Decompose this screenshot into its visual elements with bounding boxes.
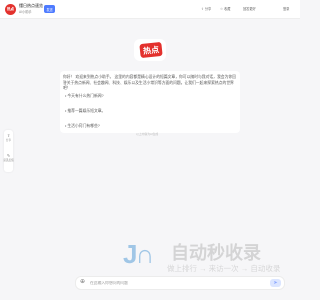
rail-feedback-button[interactable]: ✎ 意见反馈 <box>3 153 14 169</box>
header-login-link[interactable]: 登录 <box>283 6 289 11</box>
suggestion-chip[interactable]: • 今天有什么热门新闻? <box>60 92 126 101</box>
top-header: 热点 懂日热点速览 AI小助手 发送 ⇪ 分享 ☆ 收藏 回答更好 登录 <box>0 0 300 19</box>
header-share-label: 分享 <box>204 7 212 11</box>
bookmark-icon: ☆ <box>220 6 224 11</box>
header-bookmark-label: 收藏 <box>224 7 231 11</box>
attach-plus-icon[interactable]: ⊕ <box>80 279 85 285</box>
welcome-message: 你好！ 欢迎来到热点小助手。 这里的内容都是精心设计的短篇文章，你可以随时与我对… <box>63 75 236 91</box>
rail-share-button[interactable]: ⇪ 分享 <box>4 133 13 149</box>
header-link-better-answer[interactable]: 回答更好 <box>243 6 256 11</box>
chat-input[interactable] <box>90 278 240 288</box>
center-logo: 热点 <box>139 41 163 59</box>
app-subtitle: AI小助手 <box>19 10 32 14</box>
suggestion-chip[interactable]: • 推荐一篇娱乐短文章。 <box>60 107 126 116</box>
ai-disclaimer: 以上内容为AI生成 <box>136 132 159 136</box>
rail-feedback-label: 意见反馈 <box>3 159 14 162</box>
header-share-button[interactable]: ⇪ 分享 <box>201 6 212 12</box>
rail-share-label: 分享 <box>5 139 12 142</box>
share-icon: ⇪ <box>201 6 204 11</box>
header-bookmark-button[interactable]: ☆ 收藏 <box>220 6 231 12</box>
watermark-subtitle: 做上排行 → 来访一次 → 自动收录 <box>167 264 281 273</box>
send-button[interactable]: ➤ <box>270 279 281 287</box>
watermark: J∩ 自动秒收录 做上排行 → 来访一次 → 自动收录 <box>123 237 285 279</box>
watermark-title: 自动秒收录 <box>171 243 261 263</box>
suggestion-chip[interactable]: • 生活小窍门有哪些? <box>60 122 126 131</box>
send-icon: ➤ <box>273 280 278 286</box>
header-action-button[interactable]: 发送 <box>44 5 55 13</box>
side-rail: ⇪ 分享 ✎ 意见反馈 <box>3 130 14 172</box>
watermark-logo-icon: J∩ <box>123 239 154 269</box>
app-logo[interactable]: 热点 <box>5 4 16 15</box>
